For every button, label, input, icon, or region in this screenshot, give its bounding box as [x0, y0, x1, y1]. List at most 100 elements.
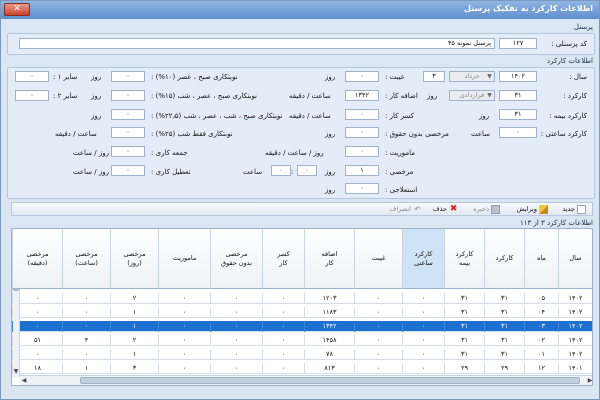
column-header[interactable]: سال	[558, 229, 592, 289]
column-header[interactable]: کسر کار	[262, 229, 304, 289]
year-input[interactable]: ۱۴۰۲	[499, 71, 537, 82]
table-cell: ۱	[62, 363, 110, 374]
table-cell: ۰	[62, 307, 110, 318]
horizontal-scroll-thumb[interactable]	[80, 377, 580, 384]
table-row[interactable]: ۱۴۰۲ ۰۱ ۳۱ ۳۱ ۰ ۰ ۷۸ ۰ ۰ ۰ ۱ ۰ ۰	[12, 349, 592, 360]
delete-x-icon: ✖	[449, 203, 458, 214]
table-cell: ۰	[12, 321, 62, 332]
table-cell: ۰	[12, 307, 62, 318]
table-cell: ۱۴۰۲	[558, 321, 592, 332]
column-header[interactable]: کارکرد بیمه	[444, 229, 484, 289]
table-row[interactable]: ۱۴۰۲ ۰۳ ۳۱ ۳۱ ۰ ۰ ۱۳۴۲ ۰ ۰ ۰ ۱ ۰ ۰	[12, 321, 592, 332]
table-cell: ۱۴۰۲	[558, 335, 592, 346]
leave-hour-unit: ساعت	[243, 168, 263, 176]
mission-label: ماموریت :	[385, 149, 416, 157]
workday-unit: روز	[427, 92, 438, 100]
table-row[interactable]: ۱۴۰۲ ۰۵ ۳۱ ۳۱ ۰ ۰ ۱۲۰۳ ۰ ۰ ۰ ۲ ۰ ۰	[12, 293, 592, 304]
new-document-icon	[577, 204, 586, 214]
night-label: نوبتکاری فقط شب (۲۵%) :	[151, 130, 233, 138]
close-button[interactable]: ✕	[4, 3, 30, 16]
friday-input[interactable]: ۰	[111, 146, 145, 157]
shift225-input[interactable]: ۰	[111, 109, 145, 120]
leave-input[interactable]: ۱	[345, 165, 379, 176]
contract-select[interactable]: قراردادی ▼	[449, 90, 495, 101]
column-header[interactable]: کارکرد	[484, 229, 524, 289]
workday-label: کارکرد :	[563, 92, 587, 100]
time-colon: :	[291, 168, 294, 176]
personnel-name-field: پرسنل نمونه ۴۵	[19, 38, 495, 49]
table-row[interactable]: ۱۴۰۲ ۰۲ ۳۱ ۳۱ ۰ ۰ ۱۴۵۸ ۰ ۰ ۰ ۲ ۴ ۵۱	[12, 335, 592, 346]
scroll-left-icon[interactable]: ◀	[20, 377, 28, 385]
overtime-input[interactable]: ۱۳۴۲	[345, 90, 379, 101]
new-button[interactable]: جدید	[562, 204, 586, 215]
column-header[interactable]: ماه	[524, 229, 558, 289]
deduct-input[interactable]: ۰	[345, 109, 379, 120]
column-header[interactable]: مرخصی (دقیقه)	[12, 229, 62, 289]
absence-input[interactable]: ۰	[345, 71, 379, 82]
leave-minute-input[interactable]: ۰	[297, 165, 317, 176]
table-cell: ۳۱	[484, 307, 524, 318]
unpaid-input[interactable]: ۰	[345, 127, 379, 138]
horizontal-scrollbar[interactable]: ◀ ▶	[20, 375, 592, 385]
other2-label: سایر ۲ :	[53, 92, 78, 100]
table-cell: ۰	[62, 293, 110, 304]
column-header[interactable]: اضافه کار	[304, 229, 354, 289]
deduct-unit: ساعت / دقیقه	[289, 112, 331, 120]
delete-button[interactable]: ✖حذف	[433, 204, 458, 215]
holiday-label: تعطیل کاری :	[151, 168, 191, 176]
table-cell: ۰	[402, 307, 444, 318]
personnel-code-label: کد پرسنلی :	[551, 40, 587, 48]
save-button[interactable]: ذخیره	[473, 204, 500, 215]
leave-hour-input[interactable]: ۰	[271, 165, 291, 176]
table-cell: ۱۴۰۱	[558, 363, 592, 374]
mission-unit: روز / ساعت / دقیقه	[265, 149, 324, 157]
friday-label: جمعه کاری :	[151, 149, 188, 157]
sick-input[interactable]: ۰	[345, 183, 379, 194]
chevron-down-icon: ▼	[487, 73, 492, 80]
column-header[interactable]: مرخصی (ساعت)	[62, 229, 110, 289]
close-icon: ✕	[13, 4, 21, 14]
column-header[interactable]: مرخصی بدون حقوق	[210, 229, 262, 289]
workday-input[interactable]: ۳۱	[499, 90, 537, 101]
shift10-unit: روز	[91, 73, 102, 81]
hourly-input[interactable]: ۰	[499, 127, 537, 138]
table-cell: ۰۱	[524, 349, 558, 360]
table-cell: ۰	[210, 307, 262, 318]
personnel-code-input[interactable]: ۱۲۷	[499, 38, 537, 49]
table-cell: ۱۲	[524, 363, 558, 374]
table-row[interactable]: ۱۴۰۱ ۱۲ ۲۹ ۲۹ ۰ ۰ ۸۱۳ ۰ ۰ ۰ ۳ ۱ ۱۸	[12, 363, 592, 374]
scroll-right-icon[interactable]: ▶	[586, 377, 592, 385]
cancel-button[interactable]: ↶انصراف	[390, 204, 422, 215]
table-cell: ۰	[354, 293, 402, 304]
work-grid: ▲ ▼ ◀ ▶ سالماهکارکردکارکرد بیمهکارکرد سا…	[11, 228, 593, 386]
night-input[interactable]: ۰	[111, 127, 145, 138]
shift15-input[interactable]: ۰	[111, 90, 145, 101]
mission-input[interactable]: ۰	[345, 146, 379, 157]
table-cell: ۰	[262, 363, 304, 374]
column-header[interactable]: ماموریت	[158, 229, 210, 289]
column-header[interactable]: مرخصی (روز)	[110, 229, 158, 289]
edit-button[interactable]: ویرایش	[517, 204, 548, 215]
other2-input[interactable]: ۰	[15, 90, 49, 101]
save-label: ذخیره	[473, 205, 489, 213]
table-cell: ۱۱۸۳	[304, 307, 354, 318]
table-cell: ۱۴۰۲	[558, 349, 592, 360]
table-cell: ۱	[110, 307, 158, 318]
overtime-unit: ساعت / دقیقه	[289, 92, 331, 100]
table-cell: ۰۳	[524, 321, 558, 332]
table-cell: ۱۴۵۸	[304, 335, 354, 346]
column-header[interactable]: اس	[11, 229, 12, 289]
table-cell: ۰	[12, 349, 62, 360]
table-cell: ۰	[402, 349, 444, 360]
month-select[interactable]: خرداد ▼	[449, 71, 495, 82]
table-cell: ۰	[262, 307, 304, 318]
table-row[interactable]: ۱۴۰۲ ۰۴ ۳۱ ۳۱ ۰ ۰ ۱۱۸۳ ۰ ۰ ۰ ۱ ۰ ۰	[12, 307, 592, 318]
shift10-input[interactable]: ۰	[111, 71, 145, 82]
table-cell: ۰	[402, 321, 444, 332]
column-header[interactable]: کارکرد ساعتی	[402, 229, 444, 289]
shift15-unit: روز	[91, 92, 102, 100]
holiday-input[interactable]: ۰	[111, 165, 145, 176]
column-header[interactable]: غیبت	[354, 229, 402, 289]
other1-input[interactable]: ۰	[15, 71, 49, 82]
insurance-input[interactable]: ۳۱	[499, 109, 537, 120]
